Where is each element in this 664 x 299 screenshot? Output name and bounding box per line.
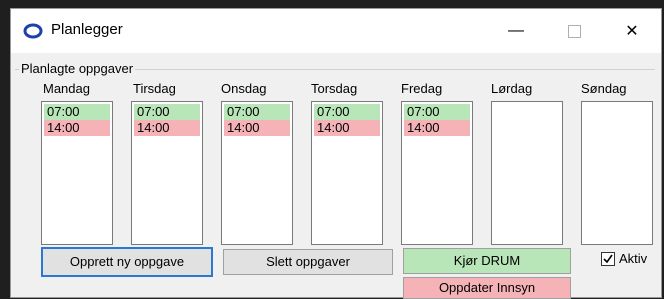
day-label-onsdag: Onsdag: [221, 81, 267, 96]
title-bar[interactable]: Planlegger — ✕: [11, 9, 661, 53]
listbox-onsdag[interactable]: 07:00 14:00: [221, 101, 293, 245]
create-task-button[interactable]: Opprett ny oppgave: [41, 247, 213, 277]
minimize-button[interactable]: —: [493, 15, 539, 47]
day-label-mandag: Mandag: [43, 81, 90, 96]
run-drum-button[interactable]: Kjør DRUM: [403, 248, 571, 274]
list-item[interactable]: 07:00: [134, 104, 200, 120]
day-label-tirsdag: Tirsdag: [133, 81, 176, 96]
list-item[interactable]: 14:00: [134, 120, 200, 136]
list-item[interactable]: 07:00: [404, 104, 470, 120]
minimize-icon: —: [508, 22, 524, 39]
checkbox-box[interactable]: [601, 251, 615, 266]
list-item[interactable]: 14:00: [224, 120, 290, 136]
listbox-tirsdag[interactable]: 07:00 14:00: [131, 101, 203, 245]
day-label-sondag: Søndag: [581, 81, 627, 96]
maximize-icon: [567, 24, 581, 38]
listbox-fredag[interactable]: 07:00 14:00: [401, 101, 473, 245]
update-insight-button[interactable]: Oppdater Innsyn: [403, 277, 571, 299]
listbox-sondag[interactable]: [581, 101, 653, 245]
checkmark-icon: [603, 254, 613, 263]
group-label: Planlagte oppgaver: [19, 61, 136, 76]
checkbox-label: Aktiv: [619, 251, 648, 266]
day-label-torsdag: Torsdag: [311, 81, 358, 96]
day-label-lordag: Lørdag: [491, 81, 533, 96]
list-item[interactable]: 07:00: [44, 104, 110, 120]
window-title: Planlegger: [51, 21, 123, 38]
list-item[interactable]: 14:00: [314, 120, 380, 136]
app-icon: [23, 23, 43, 39]
list-item[interactable]: 14:00: [44, 120, 110, 136]
active-checkbox[interactable]: Aktiv: [601, 251, 647, 266]
planner-window: Planlegger — ✕ Planlagte oppgaver Mandag…: [10, 8, 662, 299]
list-item[interactable]: 07:00: [224, 104, 290, 120]
close-button[interactable]: ✕: [609, 15, 655, 47]
list-item[interactable]: 07:00: [314, 104, 380, 120]
day-label-fredag: Fredag: [401, 81, 443, 96]
close-icon: ✕: [625, 23, 639, 40]
listbox-torsdag[interactable]: 07:00 14:00: [311, 101, 383, 245]
listbox-mandag[interactable]: 07:00 14:00: [41, 101, 113, 245]
delete-tasks-button[interactable]: Slett oppgaver: [223, 249, 393, 275]
listbox-lordag[interactable]: [491, 101, 563, 245]
maximize-button[interactable]: [551, 15, 597, 47]
list-item[interactable]: 14:00: [404, 120, 470, 136]
